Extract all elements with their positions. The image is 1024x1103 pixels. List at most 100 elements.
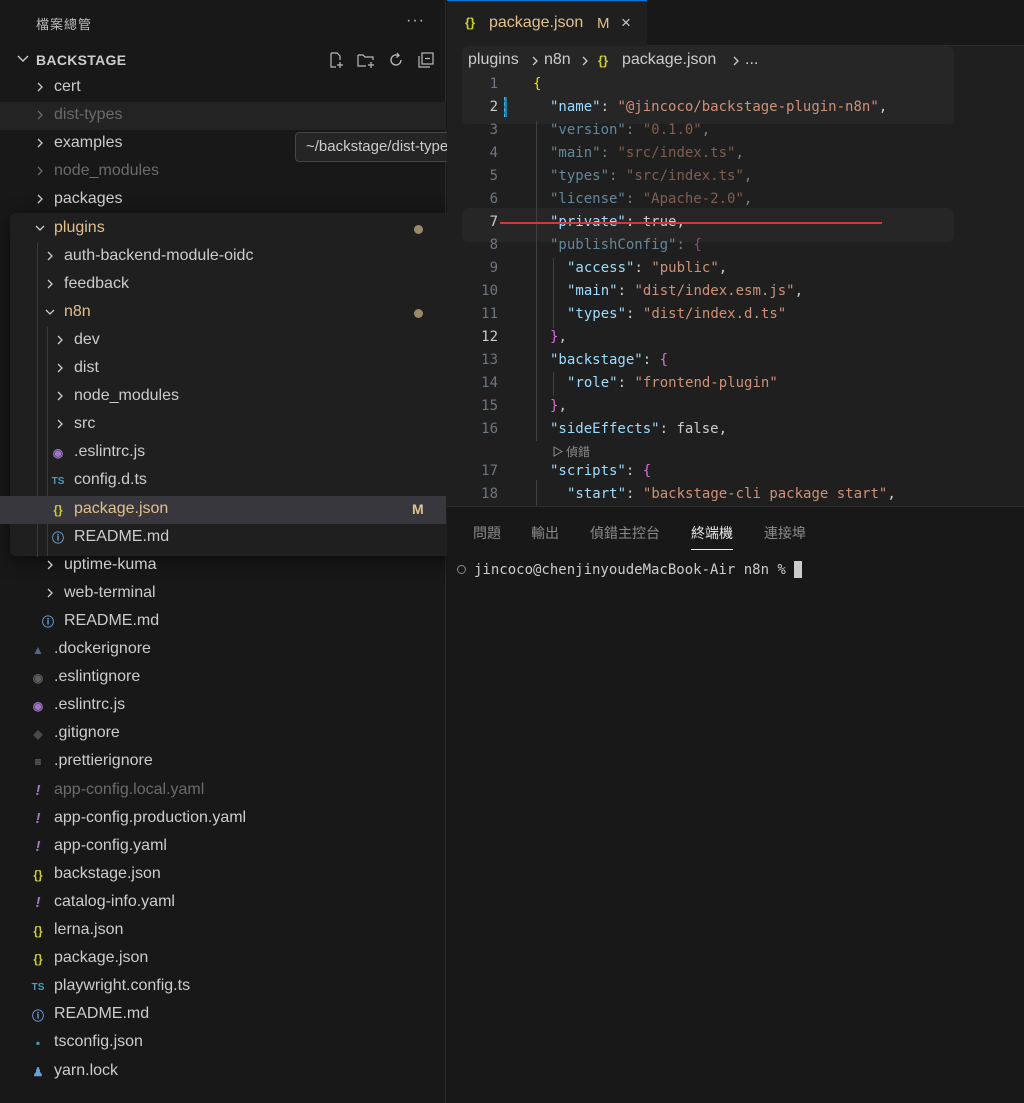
file-item[interactable]: {} backstage.json: [0, 861, 446, 889]
yaml-file-icon: !: [35, 810, 41, 828]
line-number: 2: [489, 99, 498, 115]
tree-item-label: .eslintrc.js: [54, 696, 126, 714]
more-actions-icon[interactable]: ···: [406, 12, 425, 30]
tree-item-label: README.md: [74, 527, 170, 545]
file-item[interactable]: {} package.json M: [0, 495, 446, 524]
code-text: "start": "backstage-cli package start",: [567, 486, 896, 502]
code-line[interactable]: 3 "version": "0.1.0",: [447, 120, 1024, 143]
file-item[interactable]: ⓘ README.md: [0, 608, 446, 636]
folder-item[interactable]: n8n: [0, 299, 446, 327]
tab-package-json[interactable]: {} package.json M ×: [447, 0, 647, 46]
tree-item-label: app-config.local.yaml: [54, 780, 205, 798]
folder-item[interactable]: dist-types: [0, 102, 446, 131]
explorer-sidebar: 檔案總管 ··· BACKSTAGE cert dist-types example…: [0, 0, 462, 1103]
code-line[interactable]: 14 "role": "frontend-plugin": [447, 373, 1024, 396]
folder-item[interactable]: auth-backend-module-oidc: [0, 243, 446, 271]
folder-item[interactable]: node_modules: [0, 158, 446, 186]
file-item[interactable]: ◉ .eslintignore: [0, 664, 446, 692]
chevron-right-icon: [57, 335, 63, 345]
folder-item[interactable]: feedback: [0, 271, 446, 299]
tab-terminal[interactable]: 終端機: [691, 523, 733, 550]
tree-item-label: package.json: [74, 499, 169, 517]
collapse-all-icon[interactable]: [416, 50, 436, 70]
file-item[interactable]: TS config.d.ts: [0, 467, 446, 495]
file-item[interactable]: ◉ .eslintrc.js: [0, 439, 446, 467]
file-item[interactable]: ◆ .gitignore: [0, 720, 446, 748]
file-item[interactable]: ◉ .eslintrc.js: [0, 692, 446, 720]
code-line[interactable]: 12},: [447, 327, 1024, 350]
code-line[interactable]: 17 "scripts": {: [447, 461, 1024, 484]
code-line[interactable]: 4 "main": "src/index.ts",: [447, 143, 1024, 166]
breadcrumb-item-plugins[interactable]: plugins: [468, 51, 519, 69]
code-line[interactable]: 18 "start": "backstage-cli package start"…: [447, 484, 1024, 507]
code-line[interactable]: 16 "sideEffects": false,: [447, 419, 1024, 442]
file-item[interactable]: ▲ .dockerignore: [0, 636, 446, 664]
code-line[interactable]: 9 "access": "public",: [447, 258, 1024, 281]
tab-ports[interactable]: 連接埠: [764, 523, 806, 543]
breadcrumb-item-n8n[interactable]: n8n: [544, 51, 571, 69]
code-line[interactable]: 8 "publishConfig": {: [447, 235, 1024, 258]
folder-item[interactable]: uptime-kuma: [0, 552, 446, 580]
file-item[interactable]: ! app-config.yaml: [0, 833, 446, 861]
line-number: 4: [489, 145, 498, 161]
file-item[interactable]: {} package.json: [0, 945, 446, 973]
folder-item[interactable]: node_modules: [0, 383, 446, 411]
debug-codelens-label: 偵錯: [566, 445, 591, 459]
code-line[interactable]: 15},: [447, 396, 1024, 419]
tab-output[interactable]: 輸出: [531, 523, 559, 543]
code-line[interactable]: 11 "types": "dist/index.d.ts": [447, 304, 1024, 327]
folder-item[interactable]: plugins: [0, 215, 446, 243]
terminal-prompt-line[interactable]: jincoco@chenjinyoudeMacBook-Air n8n %: [457, 561, 802, 578]
tree-item-label: catalog-info.yaml: [54, 892, 175, 910]
file-item[interactable]: ⓘ README.md: [0, 1001, 446, 1029]
tree-item-label: app-config.yaml: [54, 836, 167, 854]
code-line[interactable]: 6 "license": "Apache-2.0",: [447, 189, 1024, 212]
file-item[interactable]: TS playwright.config.ts: [0, 973, 446, 1001]
tree-item-label: README.md: [54, 1005, 150, 1023]
file-item[interactable]: ♟ yarn.lock: [0, 1058, 446, 1086]
play-icon: [553, 446, 564, 457]
code-line[interactable]: 2 "name": "@jincoco/backstage-plugin-n8n"…: [447, 97, 1024, 120]
breadcrumb-item-file[interactable]: package.json: [622, 51, 716, 69]
code-text: "sideEffects": false,: [550, 421, 728, 437]
folder-item[interactable]: web-terminal: [0, 580, 446, 608]
folder-item[interactable]: cert: [0, 74, 446, 102]
breadcrumb-item-symbol[interactable]: ...: [745, 51, 758, 69]
tree-item-label: backstage.json: [54, 864, 161, 882]
editor-tab-bar: {} package.json M ×: [447, 0, 1024, 46]
file-item[interactable]: ! app-config.production.yaml: [0, 805, 446, 833]
workspace-root-label: BACKSTAGE: [36, 52, 127, 68]
explorer-actions: [326, 50, 436, 70]
debug-codelens[interactable]: 偵錯: [553, 443, 590, 460]
tab-debug-console[interactable]: 偵錯主控台: [590, 523, 660, 543]
code-text: "access": "public",: [567, 260, 728, 276]
file-item[interactable]: ▪ tsconfig.json: [0, 1029, 446, 1057]
refresh-icon[interactable]: [386, 50, 406, 70]
code-line[interactable]: 13 "backstage": {: [447, 350, 1024, 373]
line-number: 15: [481, 398, 498, 414]
code-line[interactable]: 1{: [447, 74, 1024, 97]
tree-item-label: .eslintrc.js: [74, 443, 146, 461]
folder-item[interactable]: src: [0, 411, 446, 439]
folder-item[interactable]: packages: [0, 186, 446, 214]
info-file-icon: ⓘ: [41, 615, 54, 630]
eslintignore-file-icon: ◉: [32, 671, 44, 686]
new-file-icon[interactable]: [326, 50, 346, 70]
code-line[interactable]: 5 "types": "src/index.ts",: [447, 166, 1024, 189]
line-number: 10: [481, 283, 498, 299]
file-item[interactable]: ! catalog-info.yaml: [0, 889, 446, 917]
code-line[interactable]: 10 "main": "dist/index.esm.js",: [447, 281, 1024, 304]
file-item[interactable]: ≡ .prettierignore: [0, 748, 446, 776]
tree-item-label: .dockerignore: [54, 640, 151, 657]
code-text: "license": "Apache-2.0",: [550, 191, 753, 207]
chevron-right-icon: [37, 82, 43, 92]
file-item[interactable]: {} lerna.json: [0, 917, 446, 945]
tab-problems[interactable]: 問題: [473, 523, 501, 543]
folder-item[interactable]: dist: [0, 355, 446, 383]
close-icon[interactable]: ×: [621, 13, 631, 33]
tree-item-label: node_modules: [54, 162, 159, 180]
new-folder-icon[interactable]: [356, 50, 376, 70]
file-item[interactable]: ⓘ README.md: [0, 524, 446, 552]
folder-item[interactable]: dev: [0, 327, 446, 355]
file-item[interactable]: ! app-config.local.yaml: [0, 777, 446, 805]
